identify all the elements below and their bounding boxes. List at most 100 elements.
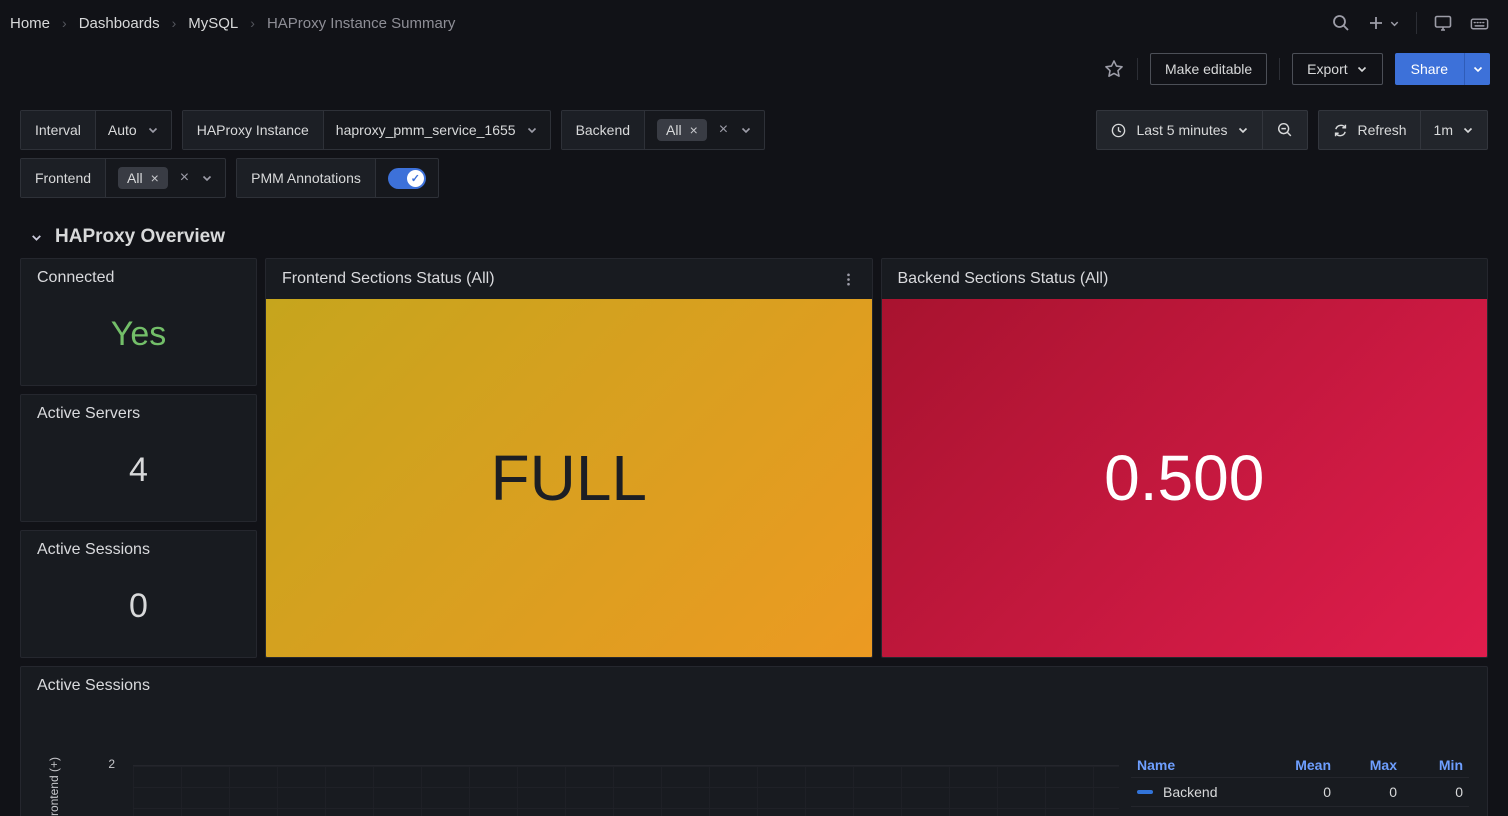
series-color-swatch bbox=[1137, 790, 1153, 794]
breadcrumb: Home › Dashboards › MySQL › HAProxy Inst… bbox=[10, 15, 455, 32]
backend-sections-status-panel: Backend Sections Status (All) 0.500 bbox=[881, 258, 1489, 658]
section-title: HAProxy Overview bbox=[55, 226, 225, 248]
backend-status-value: 0.500 bbox=[882, 299, 1488, 657]
panel-title[interactable]: Connected bbox=[21, 259, 256, 297]
toolbar-divider bbox=[1279, 58, 1280, 80]
interval-label: Interval bbox=[21, 111, 96, 149]
legend-mean-value: 0 bbox=[1271, 778, 1337, 807]
y-axis-label: Frontend (+) bbox=[47, 757, 61, 816]
panel-title[interactable]: Active Sessions bbox=[21, 667, 1487, 705]
frontend-sections-status-panel: Frontend Sections Status (All) FULL bbox=[265, 258, 873, 658]
frontend-status-value: FULL bbox=[266, 299, 872, 657]
export-label: Export bbox=[1307, 61, 1347, 77]
series-name: Backend bbox=[1163, 784, 1217, 800]
y-axis-tick: 2 bbox=[85, 757, 115, 771]
pmm-annotations-toggle[interactable]: ✓ bbox=[388, 168, 426, 189]
breadcrumb-current-page: HAProxy Instance Summary bbox=[267, 15, 455, 32]
interval-value: Auto bbox=[108, 122, 137, 138]
time-series-plot-area[interactable] bbox=[133, 765, 1119, 816]
chevron-down-icon bbox=[1356, 63, 1368, 75]
backend-clear-icon[interactable]: × bbox=[717, 121, 730, 139]
active-sessions-chart-panel: Active Sessions Frontend (+) 2 1 Name Me… bbox=[20, 666, 1488, 816]
top-nav-bar: Home › Dashboards › MySQL › HAProxy Inst… bbox=[0, 0, 1508, 46]
refresh-interval-select[interactable]: 1m bbox=[1420, 111, 1487, 149]
frontend-chip-all[interactable]: All × bbox=[118, 167, 168, 189]
legend-header-min[interactable]: Min bbox=[1403, 753, 1469, 778]
legend-row-backend: Backend 0 0 0 bbox=[1131, 778, 1469, 807]
haproxy-overview-section-toggle[interactable]: HAProxy Overview bbox=[0, 206, 1508, 258]
panel-title[interactable]: Active Servers bbox=[21, 395, 256, 433]
legend-header-name[interactable]: Name bbox=[1131, 753, 1271, 778]
make-editable-button[interactable]: Make editable bbox=[1150, 53, 1267, 85]
frontend-select[interactable]: All × × bbox=[106, 159, 225, 197]
chart-legend-table: Name Mean Max Min B bbox=[1131, 753, 1469, 816]
chevron-down-icon bbox=[1462, 124, 1474, 136]
nav-divider bbox=[1416, 12, 1417, 34]
pmm-annotations-control: PMM Annotations ✓ bbox=[236, 158, 439, 198]
chevron-down-icon bbox=[1237, 124, 1249, 136]
haproxy-instance-select[interactable]: haproxy_pmm_service_1655 bbox=[324, 111, 550, 149]
legend-max-value: 1 bbox=[1337, 807, 1403, 816]
keyboard-shortcuts-icon[interactable] bbox=[1469, 13, 1490, 34]
panel-menu-kebab-icon[interactable] bbox=[841, 272, 856, 287]
refresh-interval-value: 1m bbox=[1434, 122, 1453, 138]
kiosk-mode-icon[interactable] bbox=[1433, 13, 1453, 33]
legend-min-value: 0 bbox=[1403, 778, 1469, 807]
interval-select[interactable]: Auto bbox=[96, 111, 171, 149]
add-new-icon[interactable] bbox=[1367, 14, 1400, 32]
time-range-picker[interactable]: Last 5 minutes bbox=[1097, 111, 1261, 149]
frontend-label: Frontend bbox=[21, 159, 106, 197]
clock-icon bbox=[1110, 122, 1127, 139]
zoom-out-time-button[interactable] bbox=[1262, 111, 1307, 149]
panel-title[interactable]: Frontend Sections Status (All) bbox=[282, 270, 495, 288]
star-favorite-icon[interactable] bbox=[1103, 58, 1125, 80]
backend-variable: Backend All × × bbox=[561, 110, 766, 150]
breadcrumb-dashboards[interactable]: Dashboards bbox=[79, 15, 160, 32]
legend-header-max[interactable]: Max bbox=[1337, 753, 1403, 778]
chevron-down-icon bbox=[30, 231, 43, 244]
active-servers-panel: Active Servers 4 bbox=[20, 394, 257, 522]
toggle-check-icon: ✓ bbox=[407, 170, 424, 187]
search-icon[interactable] bbox=[1331, 13, 1351, 33]
refresh-label: Refresh bbox=[1358, 122, 1407, 138]
haproxy-instance-variable: HAProxy Instance haproxy_pmm_service_165… bbox=[182, 110, 551, 150]
share-button-group: Share bbox=[1395, 53, 1490, 85]
frontend-variable: Frontend All × × bbox=[20, 158, 226, 198]
chevron-down-icon bbox=[1389, 18, 1400, 29]
breadcrumb-mysql[interactable]: MySQL bbox=[188, 15, 238, 32]
panel-title[interactable]: Active Sessions bbox=[21, 531, 256, 569]
share-button[interactable]: Share bbox=[1395, 53, 1464, 85]
active-servers-value: 4 bbox=[21, 433, 256, 521]
backend-chip-label: All bbox=[666, 122, 682, 138]
backend-select[interactable]: All × × bbox=[645, 111, 764, 149]
export-button[interactable]: Export bbox=[1292, 53, 1382, 85]
pmm-annotations-label: PMM Annotations bbox=[237, 159, 376, 197]
make-editable-label: Make editable bbox=[1165, 61, 1252, 77]
haproxy-instance-value: haproxy_pmm_service_1655 bbox=[336, 122, 516, 138]
frontend-chip-remove-icon[interactable]: × bbox=[151, 170, 159, 186]
share-menu-caret[interactable] bbox=[1464, 53, 1490, 85]
dashboard-filters: Interval Auto HAProxy Instance haproxy_p… bbox=[0, 92, 1508, 198]
panel-title[interactable]: Backend Sections Status (All) bbox=[898, 270, 1109, 288]
backend-chip-all[interactable]: All × bbox=[657, 119, 707, 141]
breadcrumb-home[interactable]: Home bbox=[10, 15, 50, 32]
legend-max-value: 0 bbox=[1337, 778, 1403, 807]
refresh-group: Refresh 1m bbox=[1318, 110, 1488, 150]
chevron-down-icon bbox=[147, 124, 159, 136]
dashboard-grid: Connected Yes Active Servers 4 Active Se… bbox=[0, 258, 1508, 816]
legend-series-backend[interactable]: Backend bbox=[1137, 784, 1265, 800]
legend-header-mean[interactable]: Mean bbox=[1271, 753, 1337, 778]
chevron-down-icon bbox=[526, 124, 538, 136]
active-sessions-stat-panel: Active Sessions 0 bbox=[20, 530, 257, 658]
haproxy-instance-label: HAProxy Instance bbox=[183, 111, 324, 149]
breadcrumb-separator: › bbox=[172, 15, 177, 31]
time-picker-group: Last 5 minutes bbox=[1096, 110, 1307, 150]
time-range-value: Last 5 minutes bbox=[1136, 122, 1227, 138]
refresh-button[interactable]: Refresh bbox=[1319, 111, 1420, 149]
backend-chip-remove-icon[interactable]: × bbox=[690, 122, 698, 138]
frontend-clear-icon[interactable]: × bbox=[178, 169, 191, 187]
refresh-icon bbox=[1332, 122, 1349, 139]
legend-mean-value: 1 bbox=[1271, 807, 1337, 816]
connected-panel: Connected Yes bbox=[20, 258, 257, 386]
breadcrumb-separator: › bbox=[250, 15, 255, 31]
